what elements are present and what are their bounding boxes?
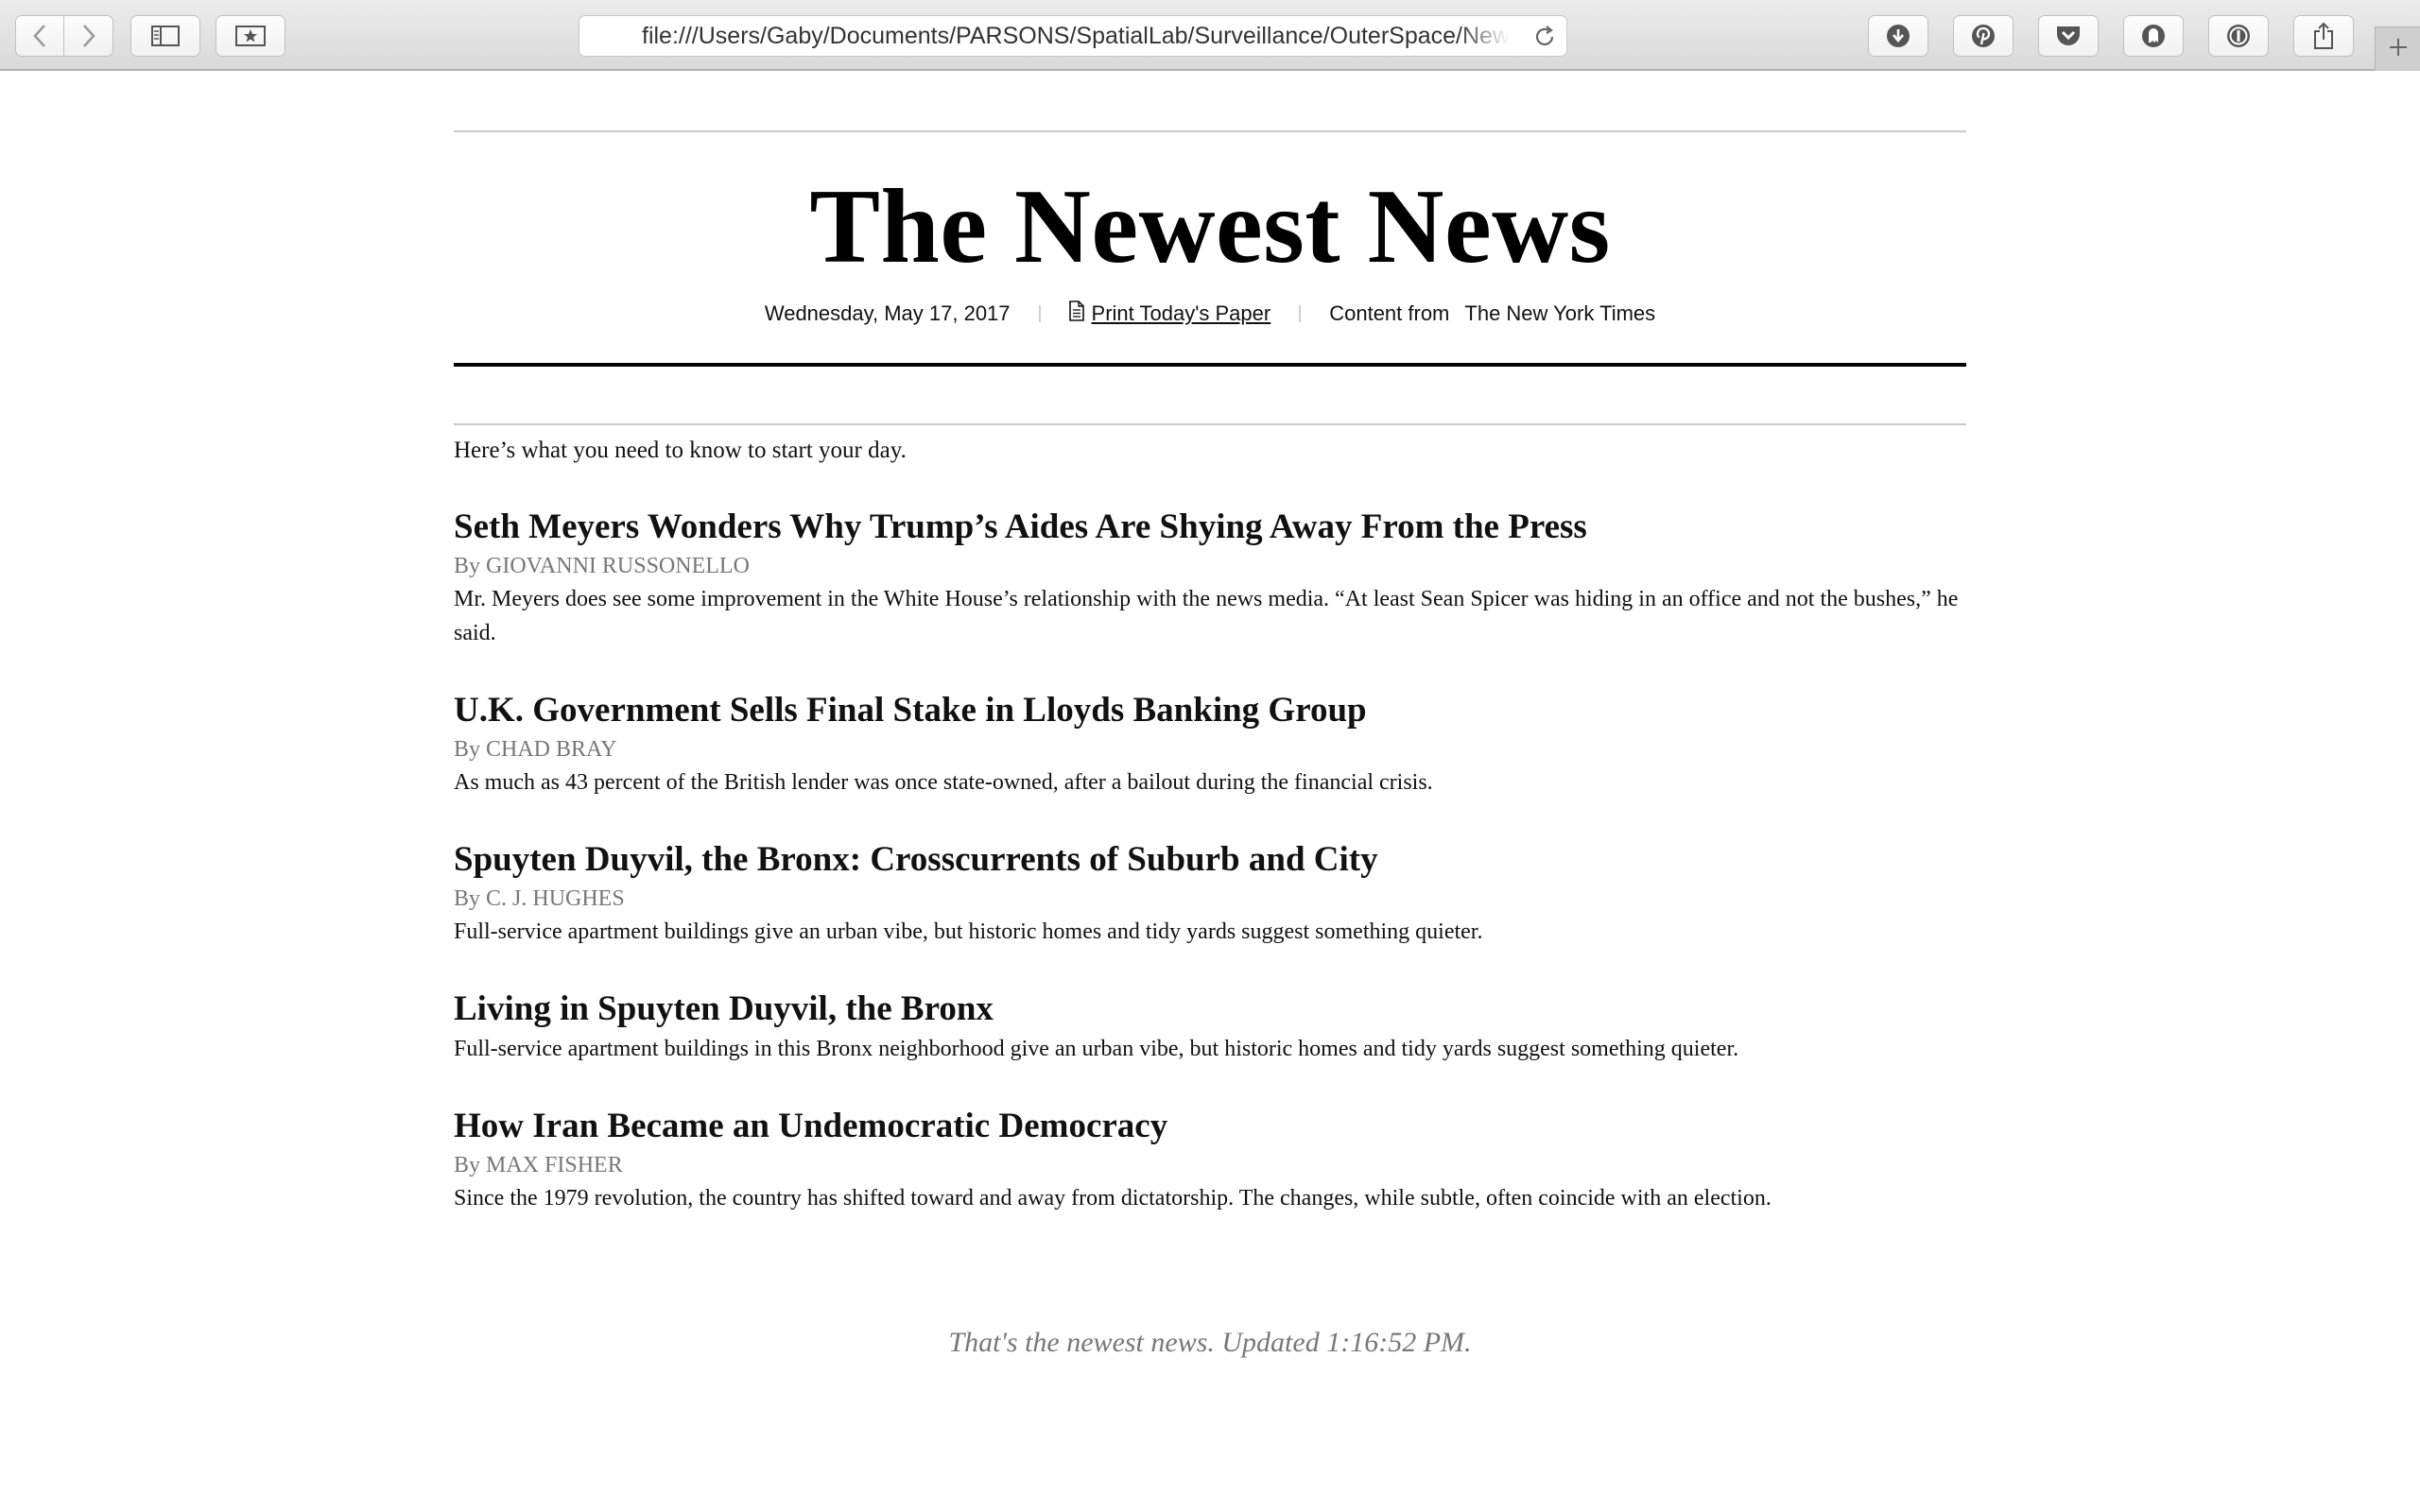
- browser-toolbar: file:///Users/Gaby/Documents/PARSONS/Spa…: [0, 0, 2420, 71]
- issue-date: Wednesday, May 17, 2017: [764, 301, 1011, 325]
- sidebar-button[interactable]: [130, 15, 200, 57]
- pocket-button[interactable]: [2038, 15, 2099, 57]
- pinterest-icon: [1970, 23, 1996, 49]
- print-todays-paper-link[interactable]: Print Today's Paper: [1068, 301, 1271, 327]
- newspaper-page: The Newest News Wednesday, May 17, 2017 …: [454, 130, 1966, 1215]
- article-headline[interactable]: U.K. Government Sells Final Stake in Llo…: [454, 690, 1966, 731]
- document-icon: [1068, 301, 1092, 327]
- article-headline[interactable]: Living in Spuyten Duyvil, the Bronx: [454, 988, 1966, 1030]
- article-byline: By C. J. HUGHES: [454, 886, 625, 911]
- pinterest-button[interactable]: [1953, 15, 2014, 57]
- sidebar-icon: [151, 26, 180, 46]
- onepassword-button[interactable]: [2208, 15, 2269, 57]
- article-headline[interactable]: How Iran Became an Undemocratic Democrac…: [454, 1106, 1966, 1147]
- masthead-divider: [454, 363, 1966, 367]
- article-item: U.K. Government Sells Final Stake in Llo…: [454, 690, 1966, 799]
- top-sites-button[interactable]: [216, 15, 285, 57]
- bookmarks-icon: [235, 26, 266, 46]
- article-item: Spuyten Duyvil, the Bronx: Crosscurrents…: [454, 839, 1966, 949]
- address-bar[interactable]: file:///Users/Gaby/Documents/PARSONS/Spa…: [579, 15, 1567, 57]
- article-summary: As much as 43 percent of the British len…: [454, 770, 1433, 795]
- ghostery-icon: [2140, 23, 2167, 49]
- share-icon: [2312, 22, 2335, 50]
- masthead-title: The Newest News: [809, 168, 1611, 285]
- download-icon: [1885, 23, 1911, 49]
- article-headline[interactable]: Spuyten Duyvil, the Bronx: Crosscurrents…: [454, 839, 1966, 881]
- article-summary: Since the 1979 revolution, the country h…: [454, 1186, 1772, 1211]
- new-tab-button[interactable]: [2375, 26, 2420, 71]
- divider: [1038, 305, 1041, 322]
- intro-text: Here’s what you need to know to start yo…: [454, 438, 907, 463]
- masthead-subline: Wednesday, May 17, 2017 Print Today's Pa…: [454, 301, 1966, 327]
- article-item: Seth Meyers Wonders Why Trump’s Aides Ar…: [454, 507, 1966, 650]
- share-button[interactable]: [2293, 15, 2354, 57]
- article-byline: By MAX FISHER: [454, 1153, 623, 1177]
- footer-updated-text: That's the newest news. Updated 1:16:52 …: [948, 1327, 1472, 1358]
- forward-button[interactable]: [64, 15, 113, 57]
- article-byline: By GIOVANNI RUSSONELLO: [454, 554, 750, 578]
- forward-icon: [81, 24, 96, 48]
- back-button[interactable]: [15, 15, 64, 57]
- print-link-label: Print Today's Paper: [1091, 301, 1271, 325]
- article-item: Living in Spuyten Duyvil, the Bronx Full…: [454, 988, 1966, 1066]
- content-from-label: Content from: [1329, 301, 1450, 325]
- downloads-button[interactable]: [1868, 15, 1928, 57]
- source-name: The New York Times: [1464, 301, 1656, 325]
- article-summary: Full-service apartment buildings in this…: [454, 1037, 1739, 1061]
- top-divider: [454, 130, 1966, 132]
- article-headline[interactable]: Seth Meyers Wonders Why Trump’s Aides Ar…: [454, 507, 1966, 548]
- article-byline: By CHAD BRAY: [454, 737, 617, 762]
- section-divider: [454, 423, 1966, 425]
- article-item: How Iran Became an Undemocratic Democrac…: [454, 1106, 1966, 1215]
- url-text[interactable]: file:///Users/Gaby/Documents/PARSONS/Spa…: [642, 16, 1510, 56]
- ghostery-button[interactable]: [2123, 15, 2184, 57]
- article-summary: Mr. Meyers does see some improvement in …: [454, 587, 1959, 645]
- plus-icon: [2388, 37, 2409, 62]
- reload-icon[interactable]: [1532, 25, 1557, 54]
- back-icon: [32, 24, 47, 48]
- divider: [1299, 305, 1302, 322]
- onepassword-icon: [2225, 23, 2252, 49]
- article-summary: Full-service apartment buildings give an…: [454, 919, 1483, 944]
- pocket-icon: [2054, 24, 2083, 48]
